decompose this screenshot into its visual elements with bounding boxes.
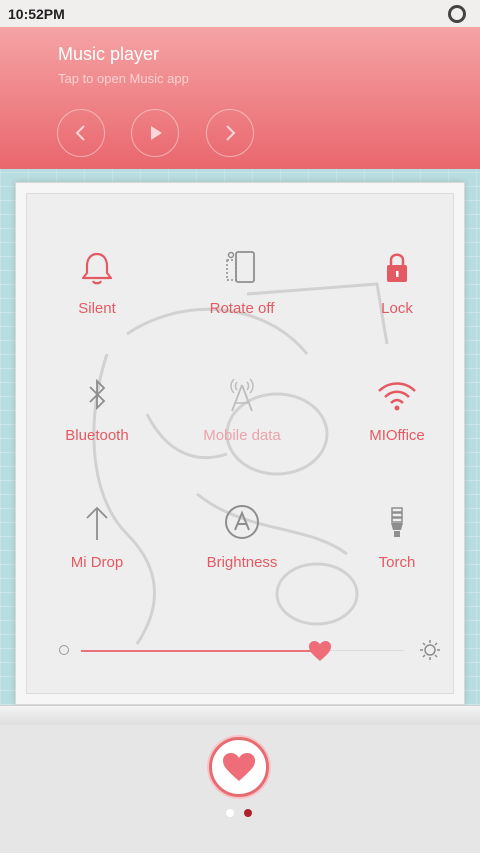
- toggle-label: Brightness: [206, 554, 278, 571]
- toggle-label: Silent: [78, 300, 116, 317]
- music-subtitle: Tap to open Music app: [58, 71, 189, 86]
- shelf-divider: [0, 705, 480, 725]
- theme-heart-button[interactable]: [209, 737, 269, 797]
- play-button[interactable]: [131, 109, 179, 157]
- toggle-panel: Silent Rotate off Lock Bluetooth Mobile …: [26, 193, 454, 694]
- notification-ring-icon: [448, 5, 466, 23]
- toggle-label: Mobile data: [203, 427, 281, 444]
- slider-heart-thumb[interactable]: [308, 640, 332, 662]
- music-player-widget[interactable]: Music player Tap to open Music app: [0, 27, 480, 169]
- bell-icon: [81, 252, 113, 285]
- chevron-right-icon: [226, 125, 236, 141]
- toggle-wifi[interactable]: MIOffice: [327, 373, 467, 473]
- wallpaper-wall: Silent Rotate off Lock Bluetooth Mobile …: [0, 169, 480, 705]
- auto-brightness-icon: [225, 505, 259, 539]
- brightness-high-icon: [420, 640, 440, 660]
- toggle-label: Lock: [381, 300, 413, 317]
- toggle-frame: Silent Rotate off Lock Bluetooth Mobile …: [15, 182, 465, 705]
- toggle-label: MIOffice: [369, 427, 425, 444]
- toggle-label: Rotate off: [209, 300, 275, 317]
- previous-button[interactable]: [57, 109, 105, 157]
- brightness-low-icon: [59, 645, 69, 655]
- toggle-torch[interactable]: Torch: [327, 500, 467, 600]
- dock: [0, 725, 480, 853]
- antenna-icon: [230, 378, 254, 412]
- play-icon: [151, 126, 162, 140]
- lock-icon: [387, 253, 407, 282]
- bluetooth-icon: [89, 378, 106, 411]
- rotate-icon: [226, 251, 255, 283]
- brightness-slider[interactable]: [59, 638, 449, 662]
- page-indicator: [226, 809, 256, 819]
- slider-fill: [81, 650, 321, 652]
- wifi-icon: [378, 382, 416, 411]
- toggle-lock[interactable]: Lock: [327, 246, 467, 346]
- toggle-label: Mi Drop: [70, 554, 124, 571]
- music-title: Music player: [58, 44, 160, 64]
- page-dot: [244, 809, 252, 817]
- toggle-brightness[interactable]: Brightness: [172, 500, 312, 600]
- heart-icon: [223, 753, 255, 781]
- toggle-silent[interactable]: Silent: [27, 246, 167, 346]
- bulb-icon: [391, 507, 403, 537]
- status-bar: 10:52PM: [0, 0, 480, 27]
- toggle-rotate[interactable]: Rotate off: [172, 246, 312, 346]
- next-button[interactable]: [206, 109, 254, 157]
- toggle-mi-drop[interactable]: Mi Drop: [27, 500, 167, 600]
- status-time: 10:52PM: [8, 6, 65, 22]
- chevron-left-icon: [75, 125, 85, 141]
- arrow-up-icon: [86, 506, 108, 540]
- toggle-bluetooth[interactable]: Bluetooth: [27, 373, 167, 473]
- page-dot: [226, 809, 234, 817]
- toggle-label: Bluetooth: [65, 427, 129, 444]
- toggle-mobile-data[interactable]: Mobile data: [172, 373, 312, 473]
- toggle-label: Torch: [378, 554, 416, 571]
